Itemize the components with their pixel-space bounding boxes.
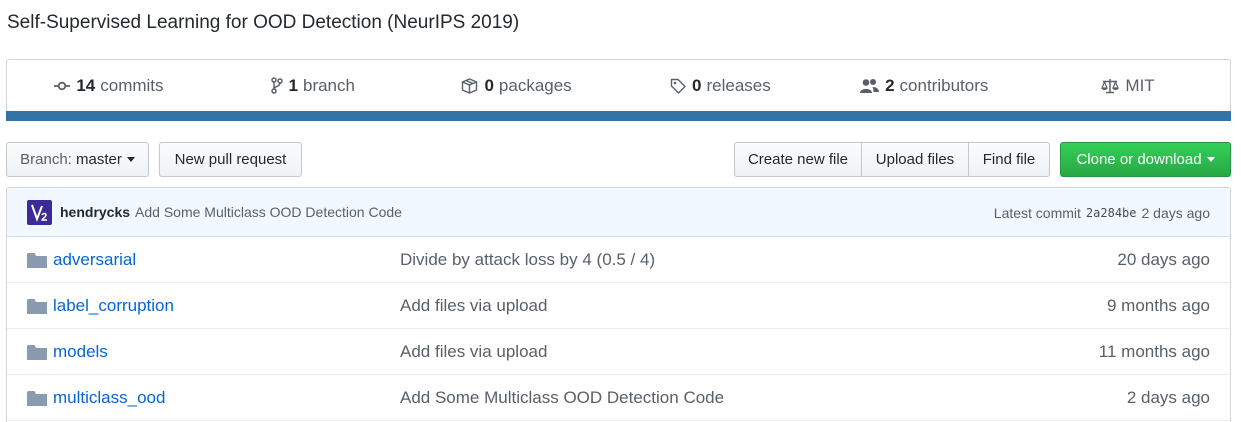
file-commit-message-link[interactable]: Add files via upload bbox=[400, 342, 547, 362]
releases-link[interactable]: 0 releases bbox=[618, 76, 822, 96]
clone-or-download-button[interactable]: Clone or download bbox=[1060, 142, 1231, 177]
file-age: 9 months ago bbox=[1106, 295, 1210, 315]
file-commit-message-link[interactable]: Divide by attack loss by 4 (0.5 / 4) bbox=[400, 250, 655, 270]
commits-label: commits bbox=[100, 75, 164, 95]
numbers-summary: 14 commits 1 branch 0 packages 0 release… bbox=[6, 59, 1231, 121]
latest-commit-label: Latest commit bbox=[993, 204, 1081, 221]
dropdown-caret-icon bbox=[1206, 157, 1215, 162]
file-name-link[interactable]: multiclass_ood bbox=[53, 388, 165, 408]
commit-message-link[interactable]: Add Some Multiclass OOD Detection Code bbox=[135, 204, 402, 220]
branch-name: master bbox=[76, 151, 122, 168]
clone-label: Clone or download bbox=[1076, 151, 1202, 168]
packages-label: packages bbox=[498, 75, 572, 95]
releases-label: releases bbox=[706, 75, 771, 95]
commits-link[interactable]: 14 commits bbox=[7, 76, 211, 96]
file-commit-message-link[interactable]: Add files via upload bbox=[400, 296, 547, 316]
commits-count: 14 bbox=[76, 75, 96, 95]
tag-icon bbox=[670, 78, 686, 94]
file-row: multiclass_ood Add Some Multiclass OOD D… bbox=[7, 375, 1230, 421]
file-age: 11 months ago bbox=[1098, 341, 1210, 361]
releases-count: 0 bbox=[692, 75, 702, 95]
branches-count: 1 bbox=[288, 75, 298, 95]
contributors-link[interactable]: 2 contributors bbox=[822, 76, 1026, 96]
packages-count: 0 bbox=[484, 75, 494, 95]
file-row: adversarial Divide by attack loss by 4 (… bbox=[7, 237, 1230, 283]
branches-label: branch bbox=[302, 75, 355, 95]
packages-link[interactable]: 0 packages bbox=[415, 76, 619, 96]
avatar-logo-icon bbox=[31, 204, 47, 222]
branches-link[interactable]: 1 branch bbox=[211, 76, 415, 96]
package-icon bbox=[462, 77, 478, 94]
folder-icon bbox=[27, 345, 47, 360]
folder-icon bbox=[27, 299, 47, 314]
repo-description: Self-Supervised Learning for OOD Detecti… bbox=[7, 12, 520, 33]
dropdown-caret-icon bbox=[126, 157, 135, 162]
license-label: MIT bbox=[1125, 75, 1155, 95]
commit-sha-link[interactable]: 2a284be bbox=[1086, 206, 1137, 220]
file-row: models Add files via upload 11 months ag… bbox=[7, 329, 1230, 375]
branch-prefix: Branch: bbox=[20, 151, 72, 168]
people-icon bbox=[860, 78, 880, 93]
latest-commit-bar: hendrycks Add Some Multiclass OOD Detect… bbox=[7, 188, 1230, 237]
commit-icon bbox=[54, 81, 71, 90]
file-list: hendrycks Add Some Multiclass OOD Detect… bbox=[6, 187, 1231, 422]
avatar[interactable] bbox=[27, 199, 52, 225]
find-file-button[interactable]: Find file bbox=[968, 142, 1050, 177]
branch-icon bbox=[270, 77, 283, 94]
upload-files-button[interactable]: Upload files bbox=[861, 142, 969, 177]
commit-author-link[interactable]: hendrycks bbox=[60, 204, 130, 220]
file-age: 20 days ago bbox=[1117, 249, 1210, 269]
folder-icon bbox=[27, 253, 47, 268]
contributors-label: contributors bbox=[899, 75, 989, 95]
language-bar[interactable] bbox=[6, 111, 1231, 121]
file-name-link[interactable]: label_corruption bbox=[53, 296, 174, 316]
commit-age: 2 days ago bbox=[1141, 204, 1211, 221]
branch-select-button[interactable]: Branch: master bbox=[6, 142, 149, 177]
law-icon bbox=[1101, 78, 1120, 93]
file-age: 2 days ago bbox=[1126, 387, 1210, 407]
create-new-file-button[interactable]: Create new file bbox=[734, 142, 862, 177]
file-name-link[interactable]: adversarial bbox=[53, 250, 136, 270]
folder-icon bbox=[27, 391, 47, 406]
file-row: label_corruption Add files via upload 9 … bbox=[7, 283, 1230, 329]
file-name-link[interactable]: models bbox=[53, 342, 108, 362]
file-commit-message-link[interactable]: Add Some Multiclass OOD Detection Code bbox=[400, 388, 724, 408]
new-pull-request-button[interactable]: New pull request bbox=[159, 142, 302, 177]
contributors-count: 2 bbox=[885, 75, 895, 95]
license-link[interactable]: MIT bbox=[1026, 76, 1230, 96]
